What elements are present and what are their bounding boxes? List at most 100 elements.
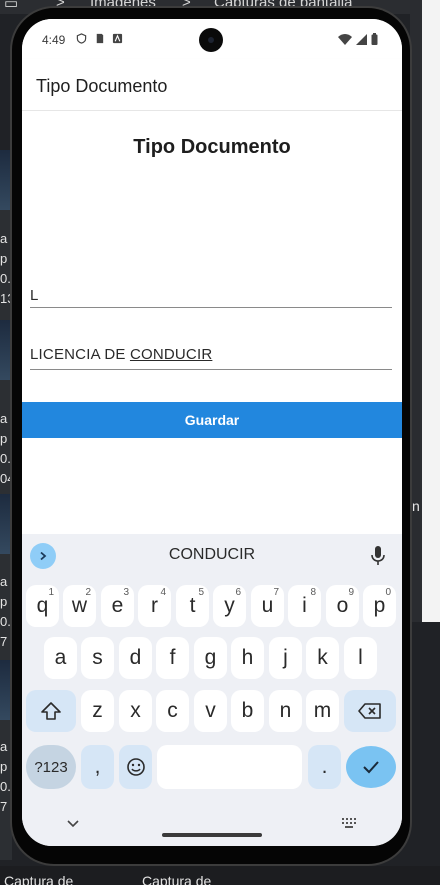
backspace-icon <box>358 703 381 719</box>
desktop-right-text: n <box>412 498 420 514</box>
sd-card-icon <box>96 33 104 44</box>
chevron-down-icon[interactable] <box>66 819 80 829</box>
key-t[interactable]: t5 <box>176 585 209 627</box>
file-name-fragment: p <box>0 431 8 446</box>
file-name[interactable]: Captura de <box>142 873 211 885</box>
cellular-signal-icon <box>356 33 367 45</box>
check-icon <box>363 761 379 774</box>
key-v[interactable]: v <box>194 690 227 732</box>
name-field[interactable]: LICENCIA DE CONDUCIR <box>30 336 392 370</box>
name-input-composing-word: CONDUCIR <box>129 346 213 363</box>
key-q[interactable]: q1 <box>26 585 59 627</box>
key-j[interactable]: j <box>269 637 302 679</box>
key-w[interactable]: w2 <box>63 585 96 627</box>
front-camera <box>199 28 223 52</box>
key-l[interactable]: l <box>344 637 377 679</box>
file-name-fragment: p <box>0 594 8 609</box>
key-label: p <box>373 594 386 617</box>
chevron-right-icon <box>40 551 47 561</box>
soft-keyboard: CONDUCIR q1 w2 e3 r4 t5 y6 u7 i8 o9 p0 a… <box>22 534 402 846</box>
key-hint: 4 <box>160 587 166 598</box>
key-hint: 9 <box>348 587 354 598</box>
key-e[interactable]: e3 <box>101 585 134 627</box>
key-c[interactable]: c <box>156 690 189 732</box>
wifi-icon <box>338 33 352 45</box>
desktop-window-edge <box>422 0 440 622</box>
key-r[interactable]: r4 <box>138 585 171 627</box>
key-hint: 1 <box>48 587 54 598</box>
key-o[interactable]: o9 <box>326 585 359 627</box>
shift-icon <box>41 702 61 720</box>
done-key[interactable] <box>346 746 396 788</box>
code-input[interactable] <box>30 274 392 307</box>
keyboard-icon[interactable] <box>342 818 356 829</box>
key-h[interactable]: h <box>231 637 264 679</box>
file-name-fragment: a <box>0 739 8 754</box>
key-hint: 7 <box>273 587 279 598</box>
key-label: u <box>261 594 274 617</box>
key-b[interactable]: b <box>231 690 264 732</box>
file-name-fragment: 7 <box>0 799 8 814</box>
status-notification-icons <box>76 33 123 44</box>
key-k[interactable]: k <box>306 637 339 679</box>
form-content: Tipo Documento LICENCIA DE CONDUCIR Guar… <box>22 111 402 534</box>
file-name-fragment: 7 <box>0 634 8 649</box>
space-key[interactable] <box>157 745 302 789</box>
period-key[interactable]: . <box>308 745 341 789</box>
key-hint: 0 <box>385 587 391 598</box>
mic-icon[interactable] <box>369 545 387 567</box>
shield-icon <box>76 33 87 44</box>
file-name-fragment: a <box>0 574 8 589</box>
key-f[interactable]: f <box>156 637 189 679</box>
save-button[interactable]: Guardar <box>22 402 402 438</box>
key-p[interactable]: p0 <box>363 585 396 627</box>
key-s[interactable]: s <box>81 637 114 679</box>
key-y[interactable]: y6 <box>213 585 246 627</box>
file-name-fragment: p <box>0 251 8 266</box>
file-name-fragment: a <box>0 231 8 246</box>
key-g[interactable]: g <box>194 637 227 679</box>
key-hint: 8 <box>310 587 316 598</box>
key-d[interactable]: d <box>119 637 152 679</box>
emoji-key[interactable] <box>119 745 152 789</box>
name-input-prefix: LICENCIA DE <box>30 346 130 363</box>
keyboard-suggestion-bar: CONDUCIR <box>22 534 402 578</box>
phone-screen: 4:49 Tipo Documento Tipo Documento LICEN… <box>22 19 402 846</box>
key-a[interactable]: a <box>44 637 77 679</box>
key-label: i <box>302 594 307 617</box>
key-m[interactable]: m <box>306 690 339 732</box>
key-n[interactable]: n <box>269 690 302 732</box>
backspace-key[interactable] <box>344 690 396 732</box>
key-label: r <box>151 594 158 617</box>
key-u[interactable]: u7 <box>251 585 284 627</box>
keyboard-suggestion[interactable]: CONDUCIR <box>22 546 402 564</box>
key-label: y <box>224 594 235 617</box>
key-i[interactable]: i8 <box>288 585 321 627</box>
status-time: 4:49 <box>42 33 66 47</box>
comma-key[interactable]: , <box>81 745 114 789</box>
page-heading: Tipo Documento <box>133 136 291 158</box>
key-x[interactable]: x <box>119 690 152 732</box>
gesture-handle[interactable] <box>162 833 262 837</box>
app-a-icon <box>112 33 123 44</box>
key-label: e <box>111 594 124 617</box>
code-field[interactable] <box>30 274 392 308</box>
app-bar-title: Tipo Documento <box>36 76 168 96</box>
key-hint: 2 <box>85 587 91 598</box>
file-name[interactable]: Captura de <box>4 873 73 885</box>
shift-key[interactable] <box>26 690 76 732</box>
keyboard-expand-button[interactable] <box>30 543 56 569</box>
symbols-key[interactable]: ?123 <box>26 745 76 789</box>
emoji-icon <box>126 758 145 776</box>
status-bar: 4:49 <box>22 19 402 59</box>
key-z[interactable]: z <box>81 690 114 732</box>
key-label: q <box>36 594 49 617</box>
battery-icon <box>371 33 378 45</box>
key-label: t <box>189 594 196 617</box>
file-name-fragment: p <box>0 759 8 774</box>
breadcrumb-icon: ▭ <box>4 0 19 12</box>
app-bar: Tipo Documento <box>22 59 402 111</box>
key-hint: 3 <box>123 587 129 598</box>
name-input[interactable]: LICENCIA DE CONDUCIR <box>30 346 212 363</box>
key-hint: 6 <box>235 587 241 598</box>
